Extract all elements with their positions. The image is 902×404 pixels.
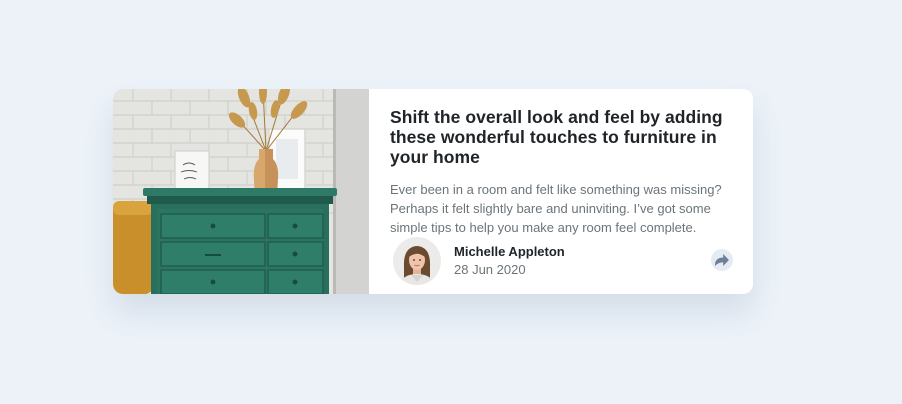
- article-description: Ever been in a room and felt like someth…: [390, 182, 722, 235]
- article-title[interactable]: Shift the overall look and feel by addin…: [390, 107, 731, 167]
- card-content: Shift the overall look and feel by addin…: [369, 89, 753, 294]
- author-meta: Michelle Appleton 28 Jun 2020: [454, 243, 565, 279]
- share-icon: [715, 254, 729, 266]
- share-button[interactable]: [711, 249, 733, 271]
- avatar-photo: [393, 237, 441, 285]
- drawers-photo: [113, 89, 369, 294]
- author-block: Michelle Appleton 28 Jun 2020: [393, 237, 565, 285]
- article-card: Shift the overall look and feel by addin…: [113, 89, 753, 294]
- post-date: 28 Jun 2020: [454, 262, 526, 277]
- author-name: Michelle Appleton: [454, 244, 565, 259]
